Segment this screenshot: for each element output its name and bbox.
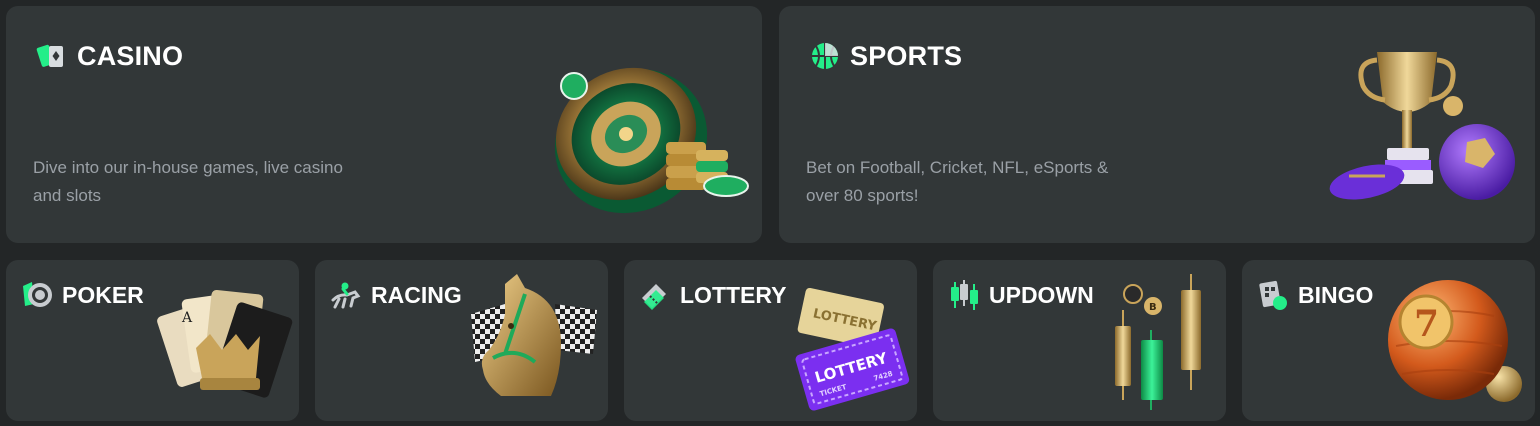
- horse-rider-icon: [331, 282, 361, 309]
- casino-card[interactable]: CASINO Dive into our in-house games, liv…: [6, 6, 762, 243]
- bingo-tile[interactable]: BINGO 7: [1242, 260, 1535, 421]
- svg-text:A: A: [181, 310, 193, 326]
- poker-chip-icon: [23, 282, 52, 307]
- sports-description: Bet on Football, Cricket, NFL, eSports &…: [806, 158, 1109, 205]
- chart-candles-illustration: B: [1115, 274, 1201, 410]
- updown-tile[interactable]: UPDOWN B: [933, 260, 1226, 421]
- cards-icon: [36, 44, 63, 67]
- bingo-header: BINGO: [1256, 278, 1373, 312]
- casino-title: CASINO: [77, 40, 184, 71]
- poker-title: POKER: [62, 281, 144, 308]
- poker-tile[interactable]: POKER A: [6, 260, 299, 421]
- racing-tile[interactable]: RACING: [315, 260, 608, 421]
- bingo-ball-number: 7: [1414, 303, 1439, 345]
- candlestick-icon: [951, 280, 978, 310]
- casino-header: CASINO: [36, 40, 183, 72]
- lottery-header: LOTTERY: [638, 278, 786, 312]
- updown-header: UPDOWN: [947, 278, 1094, 312]
- lottery-tile[interactable]: LOTTERY LOTTERY LOTTERY TICKET 7428: [624, 260, 917, 421]
- sports-header: SPORTS: [809, 40, 962, 72]
- poker-header: POKER: [20, 278, 144, 312]
- lottery-title: LOTTERY: [680, 281, 787, 308]
- svg-text:B: B: [1149, 302, 1157, 313]
- bingo-balls-illustration: 7: [1388, 280, 1522, 402]
- sports-title: SPORTS: [850, 40, 963, 71]
- lottery-ticket-illustration: LOTTERY LOTTERY TICKET 7428: [795, 287, 910, 411]
- playing-cards-illustration: A: [157, 289, 293, 398]
- updown-title: UPDOWN: [989, 281, 1094, 308]
- horse-head-illustration: [471, 274, 597, 396]
- sports-card[interactable]: SPORTS Bet on Football, Cricket, NFL, eS…: [779, 6, 1535, 243]
- basketball-icon: [812, 43, 838, 69]
- trophy-illustration: [1329, 52, 1515, 200]
- racing-title: RACING: [371, 281, 462, 308]
- ticket-icon: [642, 284, 666, 310]
- casino-description: Dive into our in-house games, live casin…: [33, 158, 343, 205]
- bingo-card-icon: [1259, 280, 1287, 310]
- bingo-title: BINGO: [1298, 281, 1374, 308]
- roulette-illustration: [554, 67, 749, 214]
- racing-header: RACING: [329, 278, 462, 312]
